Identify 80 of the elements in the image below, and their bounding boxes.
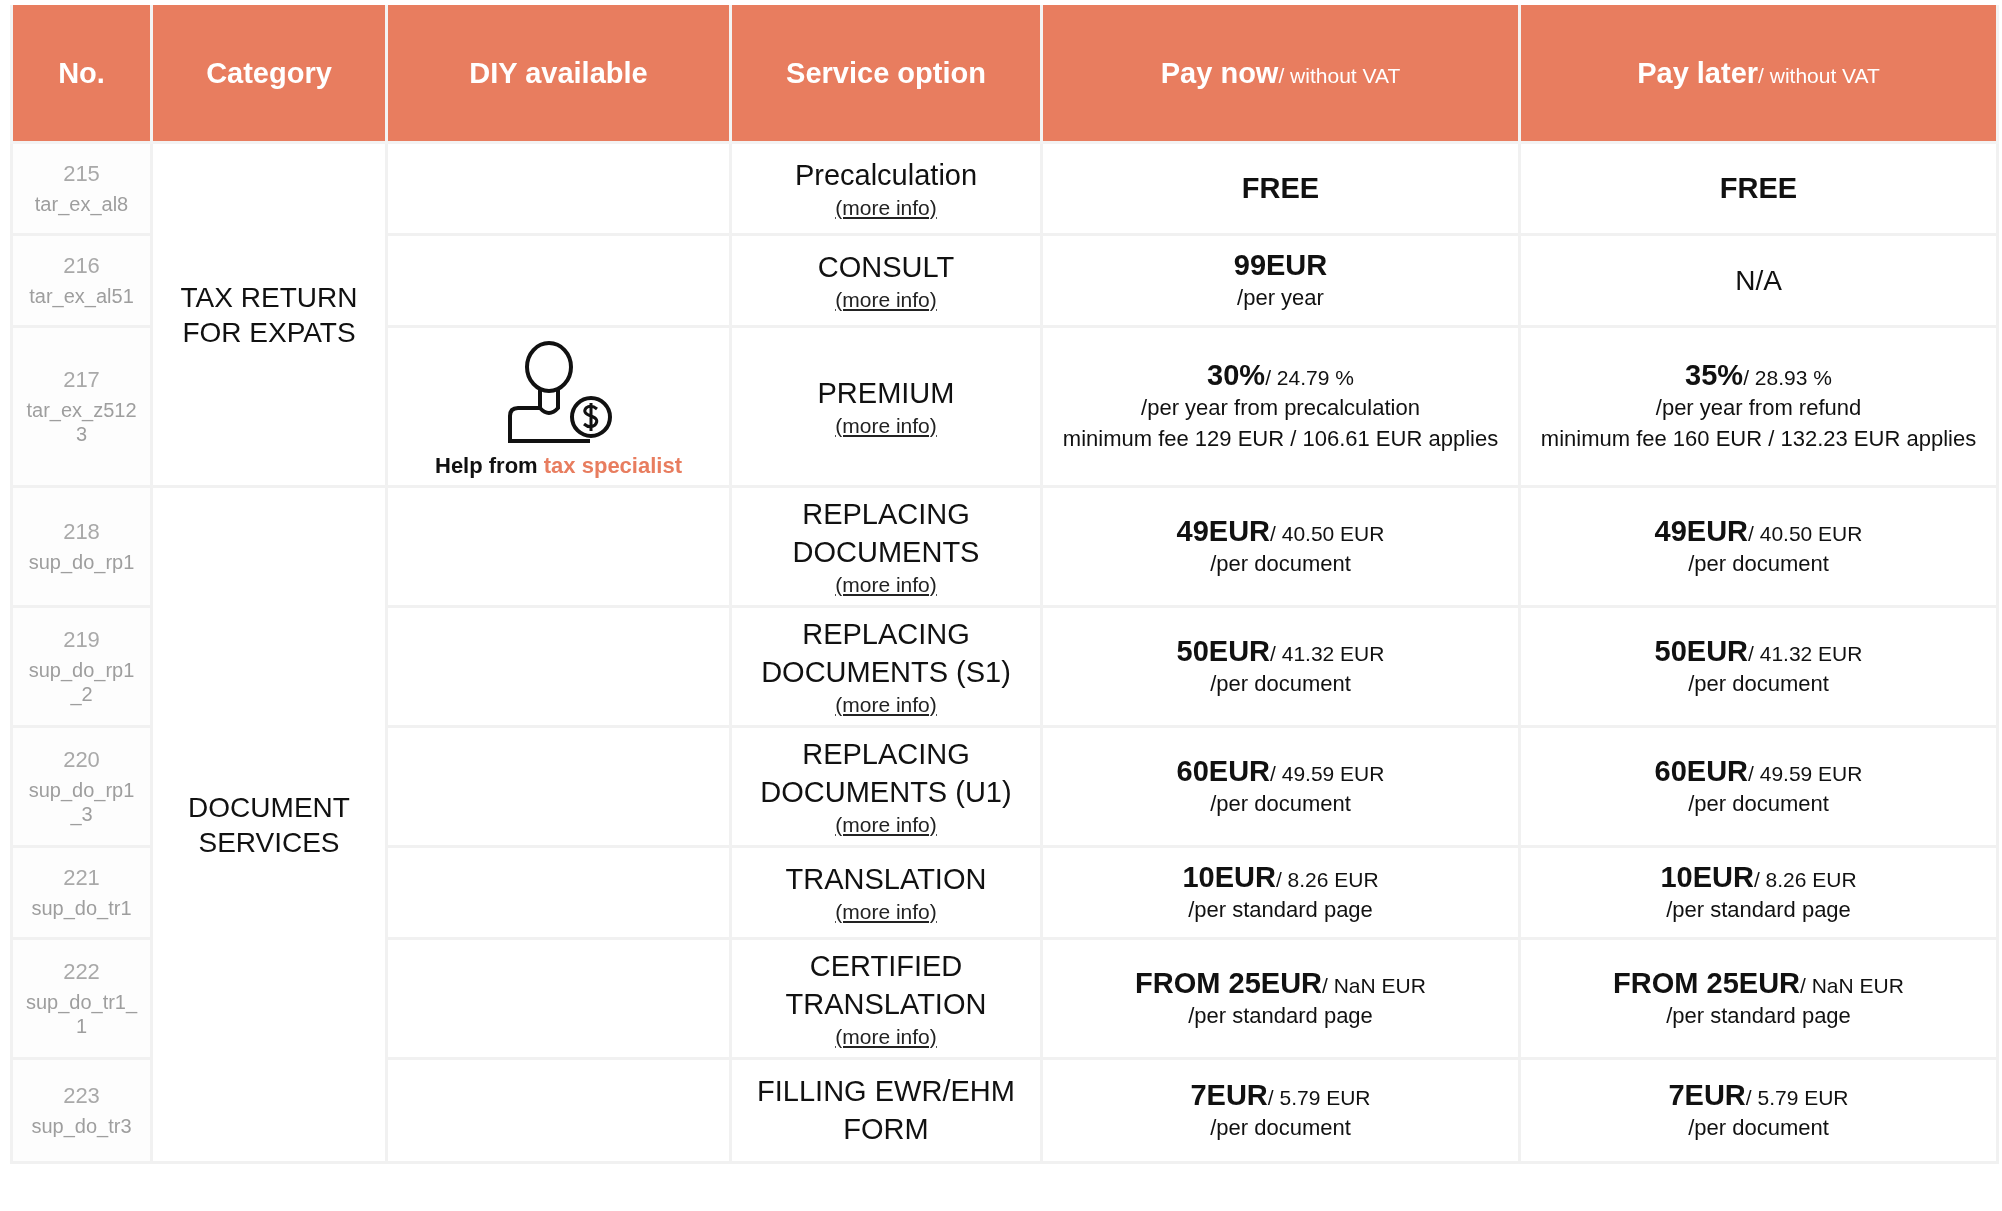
price-text: 30%/ 24.79 % <box>1206 358 1355 394</box>
price-note: minimum fee 160 EUR / 132.23 EUR applies <box>1539 424 1978 453</box>
more-info-link[interactable]: (more info) <box>835 194 937 220</box>
more-info-link[interactable]: (more info) <box>835 286 937 312</box>
price-text: 7EUR/ 5.79 EUR <box>1189 1077 1372 1113</box>
price-note: /per year from refund <box>1654 394 1863 423</box>
more-info-link[interactable]: (more info) <box>835 412 937 438</box>
price-text: FROM 25EUR/ NaN EUR <box>1134 965 1427 1001</box>
service-name: REPLACING DOCUMENTS (U1) <box>759 737 1013 810</box>
row-code: sup_do_tr1_ 1 <box>24 989 139 1038</box>
row-number: 221 <box>62 865 101 892</box>
price-note: /per document <box>1687 549 1830 578</box>
row-code: tar_ex_al8 <box>33 191 130 216</box>
more-info-link[interactable]: (more info) <box>835 898 937 924</box>
price-text: 50EUR/ 41.32 EUR <box>1653 633 1864 669</box>
price-note: /per standard page <box>1665 895 1852 924</box>
service-name: FILLING EWR/EHM FORM <box>756 1073 1016 1147</box>
price-note: /per document <box>1687 1113 1830 1142</box>
column-header: Pay later/ without VAT <box>1519 5 1998 143</box>
service-name: CONSULT <box>816 250 956 286</box>
price-text: FREE <box>1718 171 1799 206</box>
person-dollar-icon <box>505 340 612 443</box>
column-header: Service option <box>730 5 1042 143</box>
price-note: /per document <box>1687 669 1830 698</box>
service-name: CERTIFIED TRANSLATION <box>784 949 988 1022</box>
service-name: PREMIUM <box>816 376 956 412</box>
column-header: DIY available <box>386 5 731 143</box>
more-info-link[interactable]: (more info) <box>835 1023 937 1049</box>
price-note: /per standard page <box>1187 895 1374 924</box>
price-text: 60EUR/ 49.59 EUR <box>1175 753 1386 789</box>
price-note: /per year <box>1236 283 1325 312</box>
service-name: REPLACING DOCUMENTS (S1) <box>760 617 1012 690</box>
row-code: sup_do_tr1 <box>30 895 133 920</box>
row-number: 215 <box>62 161 101 188</box>
column-header: Pay now/ without VAT <box>1041 5 1520 143</box>
service-name: TRANSLATION <box>784 862 988 898</box>
price-text: 10EUR/ 8.26 EUR <box>1659 859 1858 895</box>
row-number: 220 <box>62 747 101 774</box>
price-note: /per document <box>1209 549 1352 578</box>
category-label: DOCUMENT SERVICES <box>187 790 351 860</box>
price-text: 60EUR/ 49.59 EUR <box>1653 753 1864 789</box>
price-text: 99EUR <box>1232 247 1329 283</box>
price-note: /per document <box>1687 789 1830 818</box>
service-name: REPLACING DOCUMENTS <box>791 497 981 570</box>
category-label: TAX RETURN FOR EXPATS <box>179 280 359 350</box>
row-code: sup_do_rp1 _3 <box>27 777 136 826</box>
row-code: tar_ex_z512 3 <box>25 397 138 446</box>
row-code: sup_do_rp1 <box>27 549 136 574</box>
row-number: 217 <box>62 367 101 394</box>
more-info-link[interactable]: (more info) <box>835 811 937 837</box>
price-note: /per document <box>1209 669 1352 698</box>
row-number: 222 <box>62 959 101 986</box>
price-text: 49EUR/ 40.50 EUR <box>1175 513 1386 549</box>
price-text: N/A <box>1734 263 1783 298</box>
column-header: No. <box>11 5 152 143</box>
column-header: Category <box>151 5 387 143</box>
price-text: 49EUR/ 40.50 EUR <box>1653 513 1864 549</box>
diy-caption: Help from tax specialist <box>435 452 682 479</box>
row-number: 219 <box>62 627 101 654</box>
price-text: 7EUR/ 5.79 EUR <box>1667 1077 1850 1113</box>
price-note: minimum fee 129 EUR / 106.61 EUR applies <box>1061 424 1500 453</box>
row-number: 223 <box>62 1083 101 1110</box>
more-info-link[interactable]: (more info) <box>835 691 937 717</box>
price-note: /per document <box>1209 789 1352 818</box>
price-note: /per standard page <box>1665 1001 1852 1030</box>
price-text: 35%/ 28.93 % <box>1684 358 1833 394</box>
row-code: tar_ex_al51 <box>28 283 135 308</box>
row-code: sup_do_rp1 _2 <box>27 657 136 706</box>
more-info-link[interactable]: (more info) <box>835 571 937 597</box>
row-number: 218 <box>62 519 101 546</box>
price-text: 10EUR/ 8.26 EUR <box>1181 859 1380 895</box>
price-text: 50EUR/ 41.32 EUR <box>1175 633 1386 669</box>
price-note: /per year from precalculation <box>1140 394 1421 423</box>
price-note: /per standard page <box>1187 1001 1374 1030</box>
price-text: FROM 25EUR/ NaN EUR <box>1612 965 1905 1001</box>
service-name: Precalculation <box>793 158 979 194</box>
row-number: 216 <box>62 253 101 280</box>
price-note: /per document <box>1209 1113 1352 1142</box>
row-code: sup_do_tr3 <box>30 1113 133 1138</box>
price-text: FREE <box>1240 171 1321 206</box>
